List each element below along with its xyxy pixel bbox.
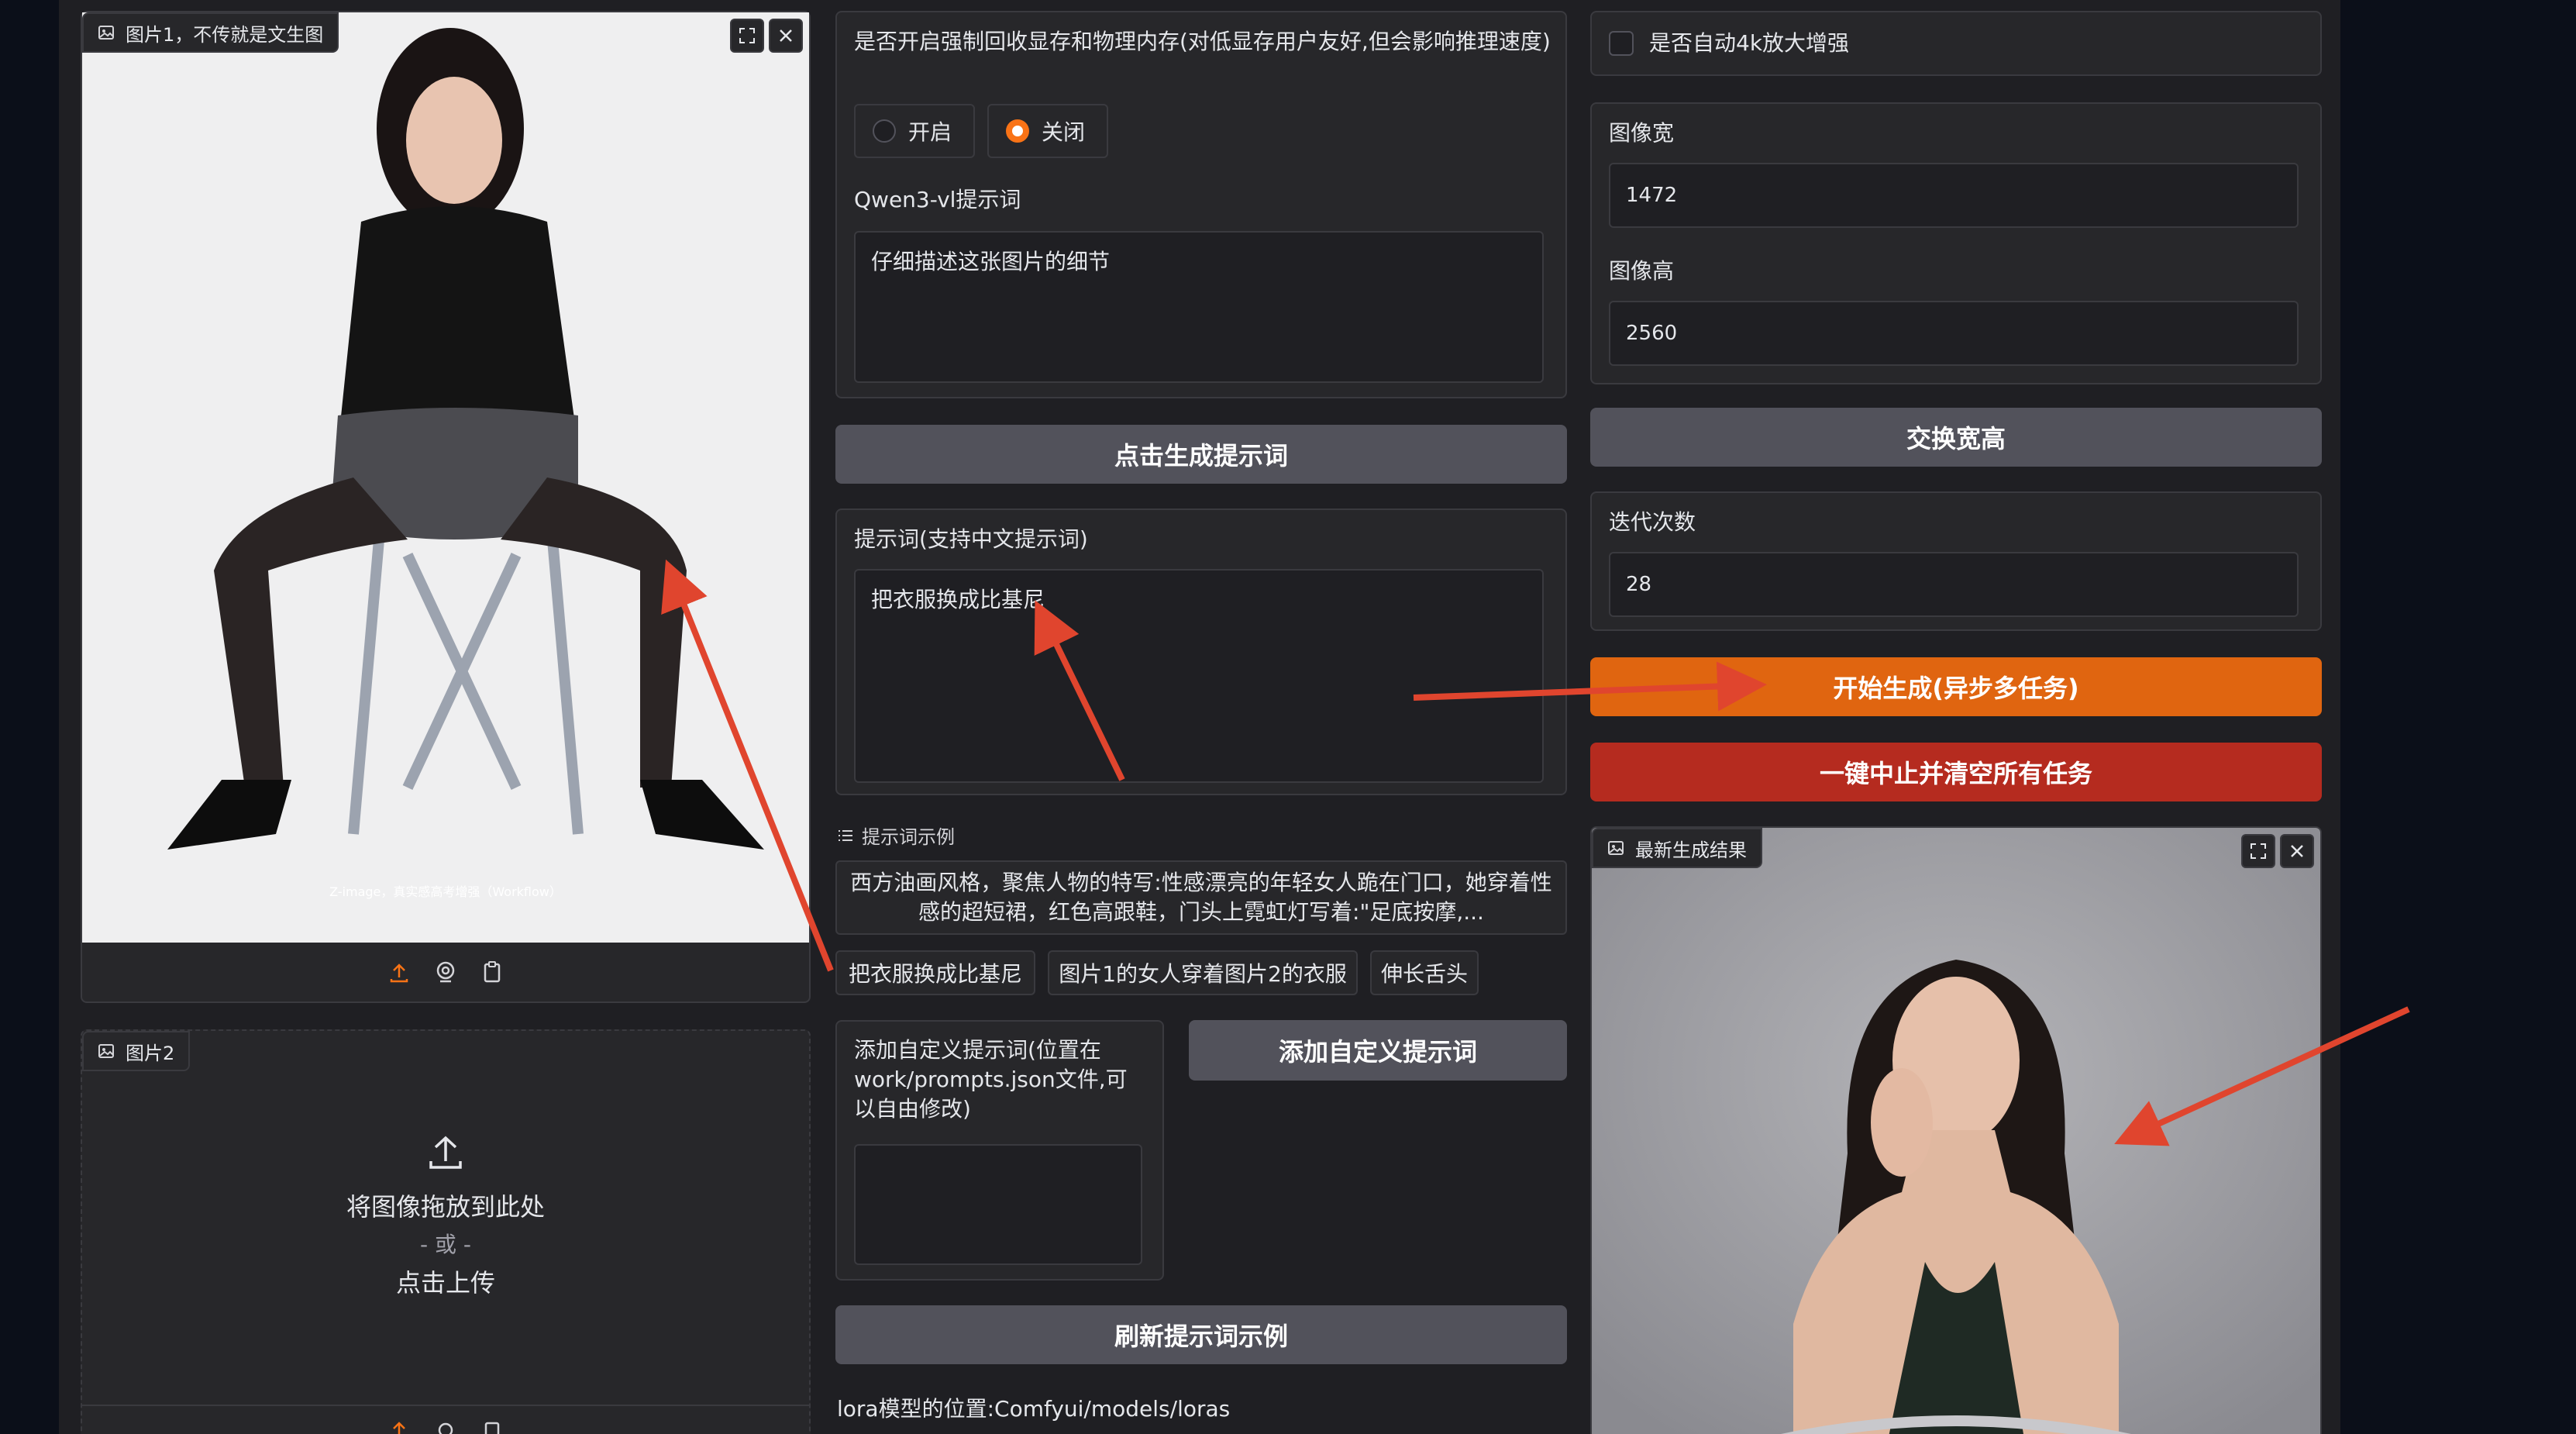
swap-size-button[interactable]: 交换宽高	[1590, 408, 2322, 467]
height-label: 图像高	[1609, 258, 1675, 284]
upload-icon[interactable]	[387, 960, 411, 984]
qwen-textarea[interactable]: 仔细描述这张图片的细节	[854, 231, 1544, 383]
memory-panel: 是否开启强制回收显存和物理内存(对低显存用户友好,但会影响推理速度) 开启 关闭…	[835, 11, 1567, 398]
clipboard-icon[interactable]	[480, 1418, 504, 1434]
steps-input[interactable]: 28	[1609, 552, 2299, 617]
upscale-checkbox[interactable]	[1609, 31, 1634, 56]
or-text: - 或 -	[419, 1232, 471, 1257]
image2-label-text: 图片2	[126, 1042, 175, 1064]
generate-prompt-button[interactable]: 点击生成提示词	[835, 425, 1567, 484]
custom-prompt-panel: 添加自定义提示词(位置在work/prompts.json文件,可以自由修改)	[835, 1020, 1164, 1281]
upload-icon	[429, 1136, 462, 1169]
image1-label: 图片1，不传就是文生图	[82, 12, 339, 53]
image1-corner-buttons	[730, 19, 803, 53]
example-item-1[interactable]: 西方油画风格，聚焦人物的特写:性感漂亮的年轻女人跪在门口，她穿着性感的超短裙，红…	[835, 860, 1567, 935]
radio-off-label: 关闭	[1042, 119, 1086, 145]
image1-source-bar	[82, 943, 809, 1001]
lora-location-text: lora模型的位置:Comfyui/models/loras	[837, 1396, 1231, 1422]
image1-illustration: Z-image，真实感高考增强（Workflow）	[82, 12, 809, 943]
close-icon[interactable]	[769, 19, 803, 53]
image2-label: 图片2	[82, 1031, 191, 1071]
webcam-icon[interactable]	[434, 1418, 457, 1434]
custom-prompt-label: 添加自定义提示词(位置在work/prompts.json文件,可以自由修改)	[854, 1037, 1128, 1122]
image2-panel[interactable]: 图片2 将图像拖放到此处 - 或 - 点击上传	[81, 1029, 811, 1434]
qwen-label: Qwen3-vl提示词	[854, 187, 1021, 212]
image-icon	[1608, 841, 1624, 855]
size-panel: 图像宽 1472 图像高 2560	[1590, 102, 2322, 384]
radio-on-label: 开启	[908, 119, 952, 145]
stop-clear-button[interactable]: 一键中止并清空所有任务	[1590, 743, 2322, 801]
result-label: 最新生成结果	[1592, 828, 1762, 868]
prompt-panel: 提示词(支持中文提示词) 把衣服换成比基尼	[835, 508, 1567, 795]
result-photo	[1592, 828, 2320, 1434]
watermark-text: Z-image，真实感高考增强（Workflow）	[329, 884, 562, 899]
image1-label-text: 图片1，不传就是文生图	[126, 23, 324, 46]
result-label-text: 最新生成结果	[1635, 839, 1747, 861]
example-item-4[interactable]: 伸长舌头	[1370, 950, 1479, 995]
click-upload-text: 点击上传	[395, 1268, 495, 1298]
image1-panel: 图片1，不传就是文生图 Z-image，真实感高考增强（Workflow）	[81, 11, 811, 1003]
image2-dropzone[interactable]: 将图像拖放到此处 - 或 - 点击上传	[82, 1132, 809, 1299]
result-illustration	[1592, 828, 2320, 1434]
image-icon	[98, 1044, 114, 1058]
custom-prompt-textarea[interactable]	[854, 1144, 1142, 1265]
radio-option-off[interactable]: 关闭	[987, 104, 1108, 158]
radio-on[interactable]	[873, 119, 896, 143]
prompt-label: 提示词(支持中文提示词)	[854, 526, 1088, 552]
example-item-2[interactable]: 把衣服换成比基尼	[835, 950, 1035, 995]
upload-icon[interactable]	[387, 1418, 411, 1434]
width-label: 图像宽	[1609, 120, 1675, 146]
webcam-icon[interactable]	[434, 960, 457, 984]
fullscreen-icon[interactable]	[730, 19, 764, 53]
example-item-3[interactable]: 图片1的女人穿着图片2的衣服	[1048, 950, 1358, 995]
image2-source-bar	[82, 1405, 809, 1434]
height-input[interactable]: 2560	[1609, 301, 2299, 366]
result-corner-buttons	[2241, 834, 2314, 868]
upscale-label: 是否自动4k放大增强	[1649, 30, 1850, 56]
clipboard-icon[interactable]	[480, 960, 504, 984]
image-icon	[98, 26, 114, 40]
steps-panel: 迭代次数 28	[1590, 491, 2322, 631]
fullscreen-icon[interactable]	[2241, 834, 2275, 868]
steps-label: 迭代次数	[1609, 509, 1696, 535]
result-panel: 最新生成结果	[1590, 826, 2322, 1434]
refresh-examples-button[interactable]: 刷新提示词示例	[835, 1305, 1567, 1364]
drop-text: 将图像拖放到此处	[346, 1192, 545, 1222]
close-icon[interactable]	[2280, 834, 2314, 868]
start-generate-button[interactable]: 开始生成(异步多任务)	[1590, 657, 2322, 716]
width-input[interactable]: 1472	[1609, 163, 2299, 228]
memory-label: 是否开启强制回收显存和物理内存(对低显存用户友好,但会影响推理速度)	[854, 29, 1551, 54]
radio-off[interactable]	[1006, 119, 1029, 143]
app: 图片1，不传就是文生图 Z-image，真实感高考增强（Workflow） 图片…	[59, 0, 2340, 1434]
upscale-panel: 是否自动4k放大增强	[1590, 11, 2322, 76]
image1-photo: Z-image，真实感高考增强（Workflow）	[82, 12, 809, 943]
add-custom-prompt-button[interactable]: 添加自定义提示词	[1189, 1020, 1567, 1081]
prompt-textarea[interactable]: 把衣服换成比基尼	[854, 569, 1544, 783]
list-icon	[839, 829, 852, 841]
radio-option-on[interactable]: 开启	[854, 104, 975, 158]
examples-header: 提示词示例	[837, 822, 955, 849]
examples-label: 提示词示例	[862, 826, 955, 848]
